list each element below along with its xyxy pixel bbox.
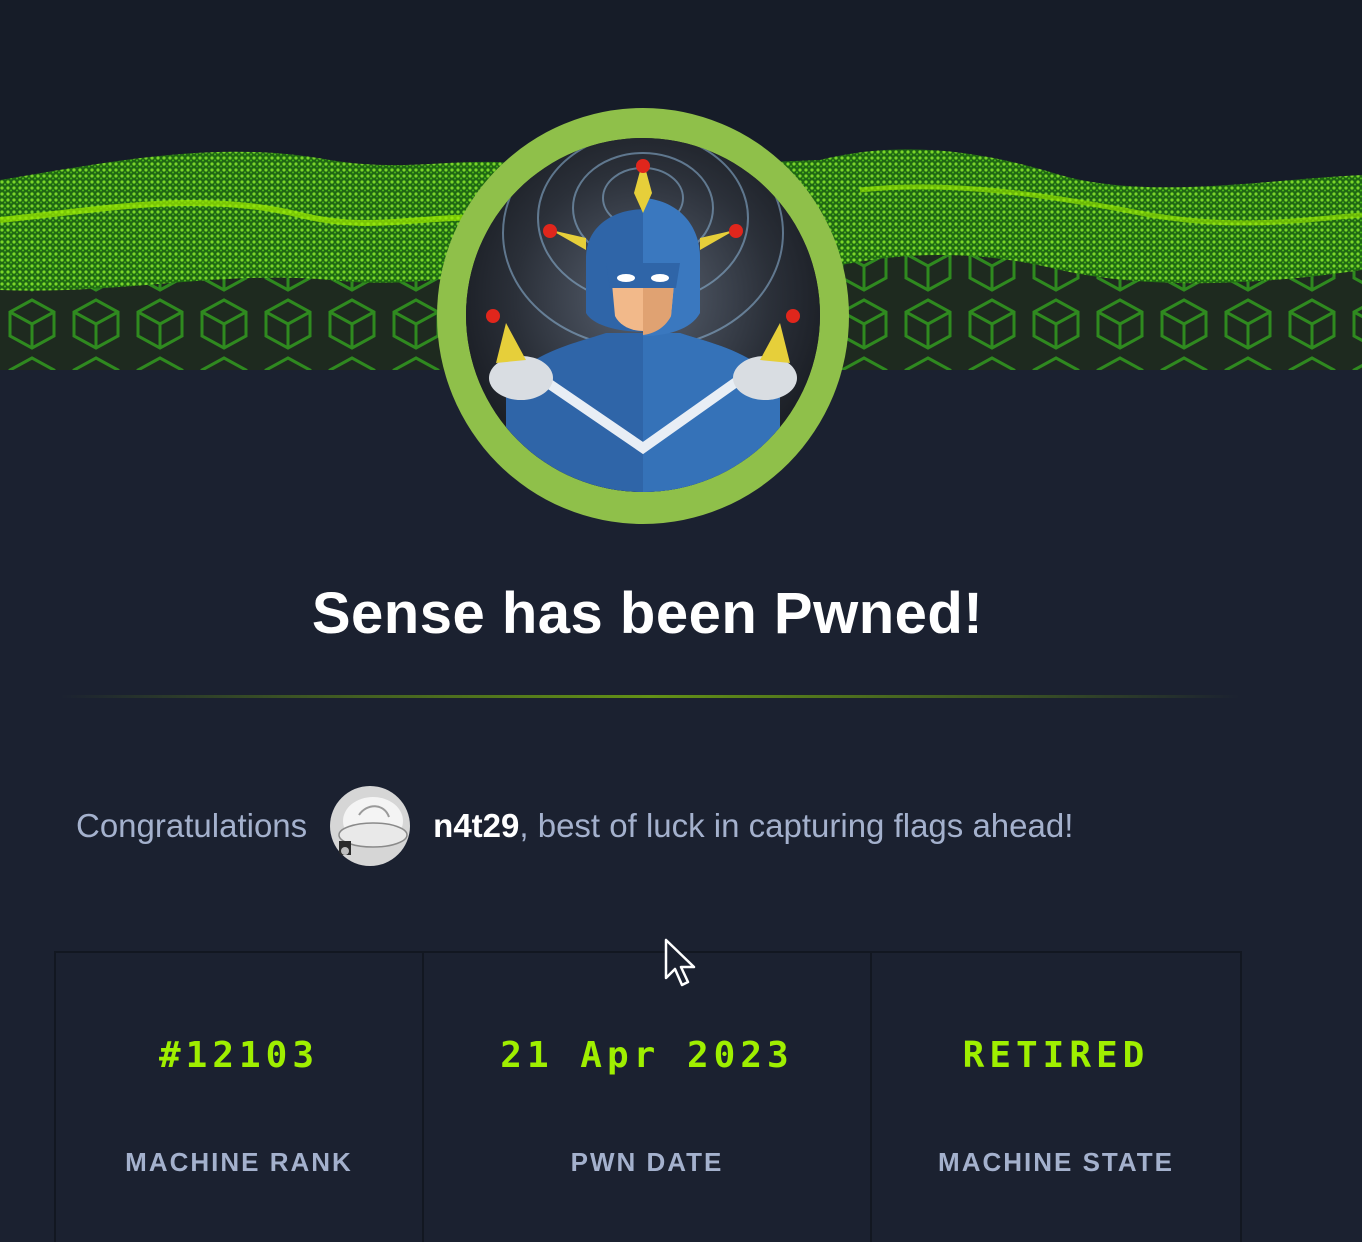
congrats-line: Congratulations n4t29 , best of luck in … xyxy=(76,784,1073,868)
stat-machine-state: RETIRED MACHINE STATE xyxy=(870,953,1240,1242)
stats-panel: #12103 MACHINE RANK 21 Apr 2023 PWN DATE… xyxy=(54,951,1242,1242)
congrats-prefix: Congratulations xyxy=(76,807,308,844)
stat-pwn-date: 21 Apr 2023 PWN DATE xyxy=(422,953,870,1242)
page-title: Sense has been Pwned! xyxy=(311,581,984,646)
machine-rank-value: #12103 xyxy=(158,1035,320,1076)
machine-state-label: MACHINE STATE xyxy=(938,1147,1174,1177)
title-divider xyxy=(60,695,1240,698)
user-avatar[interactable] xyxy=(329,785,412,867)
machine-avatar-icon xyxy=(466,138,820,492)
pwn-date-value: 21 Apr 2023 xyxy=(500,1035,794,1076)
username[interactable]: n4t29 xyxy=(433,807,519,845)
user-avatar-icon xyxy=(330,786,411,866)
congrats-suffix: , best of luck in capturing flags ahead! xyxy=(519,807,1074,844)
machine-avatar xyxy=(466,138,820,492)
stat-machine-rank: #12103 MACHINE RANK xyxy=(56,953,422,1242)
machine-rank-label: MACHINE RANK xyxy=(125,1147,353,1177)
machine-state-value: RETIRED xyxy=(962,1035,1150,1076)
pwn-date-label: PWN DATE xyxy=(570,1147,724,1177)
pwned-page: Sense has been Pwned! Congratulations n4… xyxy=(0,0,1362,1242)
mouse-cursor-icon xyxy=(664,938,696,987)
